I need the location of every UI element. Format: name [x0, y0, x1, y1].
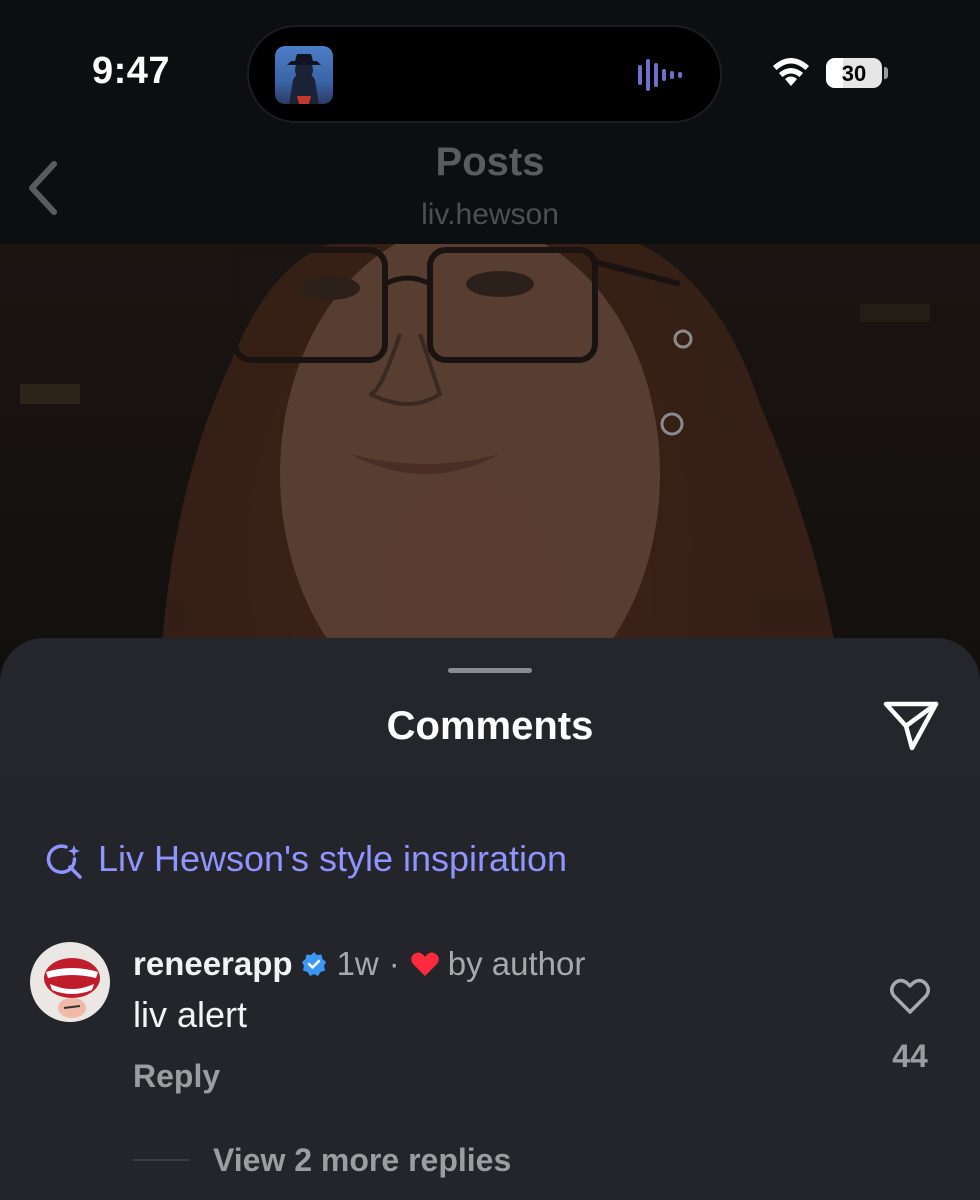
now-playing-artwork[interactable] — [275, 46, 333, 104]
battery-percent: 30 — [841, 61, 867, 86]
comment-text: liv alert — [133, 994, 248, 1035]
heart-outline-icon — [890, 978, 930, 1014]
posts-header: Posts liv.hewson — [0, 140, 980, 244]
like-button[interactable] — [888, 976, 932, 1016]
comment-timestamp: 1w — [336, 945, 379, 982]
sheet-grabber-handle[interactable] — [448, 668, 532, 673]
comments-sheet: Comments Liv Hewson's style inspiration — [0, 638, 980, 1200]
view-more-replies[interactable]: View 2 more replies — [133, 1138, 511, 1182]
profile-username[interactable]: liv.hewson — [0, 198, 980, 232]
comments-title: Comments — [386, 704, 594, 748]
audio-waveform-icon — [638, 59, 688, 96]
share-button[interactable] — [882, 698, 940, 754]
comment-meta: reneerapp 1w · by author — [133, 942, 585, 986]
comment-username[interactable]: reneerapp — [133, 945, 293, 983]
ai-search-suggestion[interactable]: Liv Hewson's style inspiration — [44, 834, 567, 884]
page-title: Posts — [435, 140, 545, 184]
avatar[interactable] — [30, 942, 110, 1022]
dynamic-island[interactable] — [247, 25, 722, 123]
like-count: 44 — [892, 1038, 928, 1074]
wifi-icon — [770, 52, 812, 91]
status-time: 9:47 — [92, 50, 171, 92]
sparkle-search-icon — [46, 844, 82, 879]
comment-item: reneerapp 1w · by author liv alert Reply… — [0, 938, 980, 1138]
status-bar: 9:47 30 — [0, 0, 980, 140]
battery-tip — [884, 67, 888, 79]
comments-sheet-header: Comments — [0, 638, 980, 780]
view-replies-label: View 2 more replies — [213, 1141, 512, 1178]
portrait-image — [20, 244, 930, 674]
reply-button[interactable]: Reply — [133, 1058, 220, 1095]
replies-divider-line — [133, 1159, 189, 1161]
verified-badge-icon — [301, 952, 326, 976]
meta-separator: · — [388, 945, 400, 982]
ai-suggestion-text: Liv Hewson's style inspiration — [98, 838, 568, 879]
post-photo[interactable] — [0, 244, 980, 674]
heart-filled-icon — [410, 952, 439, 976]
liked-by-author-label: by author — [447, 945, 586, 982]
paper-plane-icon — [883, 701, 939, 751]
battery-indicator: 30 — [826, 58, 882, 88]
